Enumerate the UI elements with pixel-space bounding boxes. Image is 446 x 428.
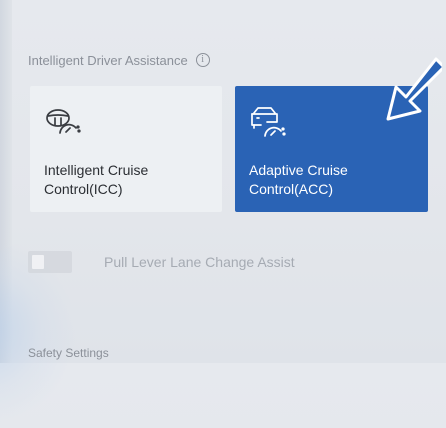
toggle-knob [32,255,44,269]
lane-change-assist-row: Pull Lever Lane Change Assist [28,250,295,274]
icc-label: Intelligent Cruise Control(ICC) [44,162,149,197]
pointer-arrow-icon [386,57,442,121]
icc-option-card[interactable]: Intelligent Cruise Control(ICC) [30,86,222,212]
info-icon[interactable]: i [195,53,210,67]
driver-assistance-panel: Intelligent Driver Assistance i Intellig… [0,0,446,428]
car-cruise-icon [251,107,286,137]
section-title: Intelligent Driver Assistance [28,52,188,68]
section-header: Intelligent Driver Assistance i [28,50,210,70]
steering-cruise-icon [46,109,81,134]
acc-label: Adaptive Cruise Control(ACC) [249,162,348,197]
lane-change-assist-toggle[interactable] [28,251,72,273]
safety-settings-title: Safety Settings [28,346,109,360]
lane-change-assist-label: Pull Lever Lane Change Assist [104,254,295,270]
